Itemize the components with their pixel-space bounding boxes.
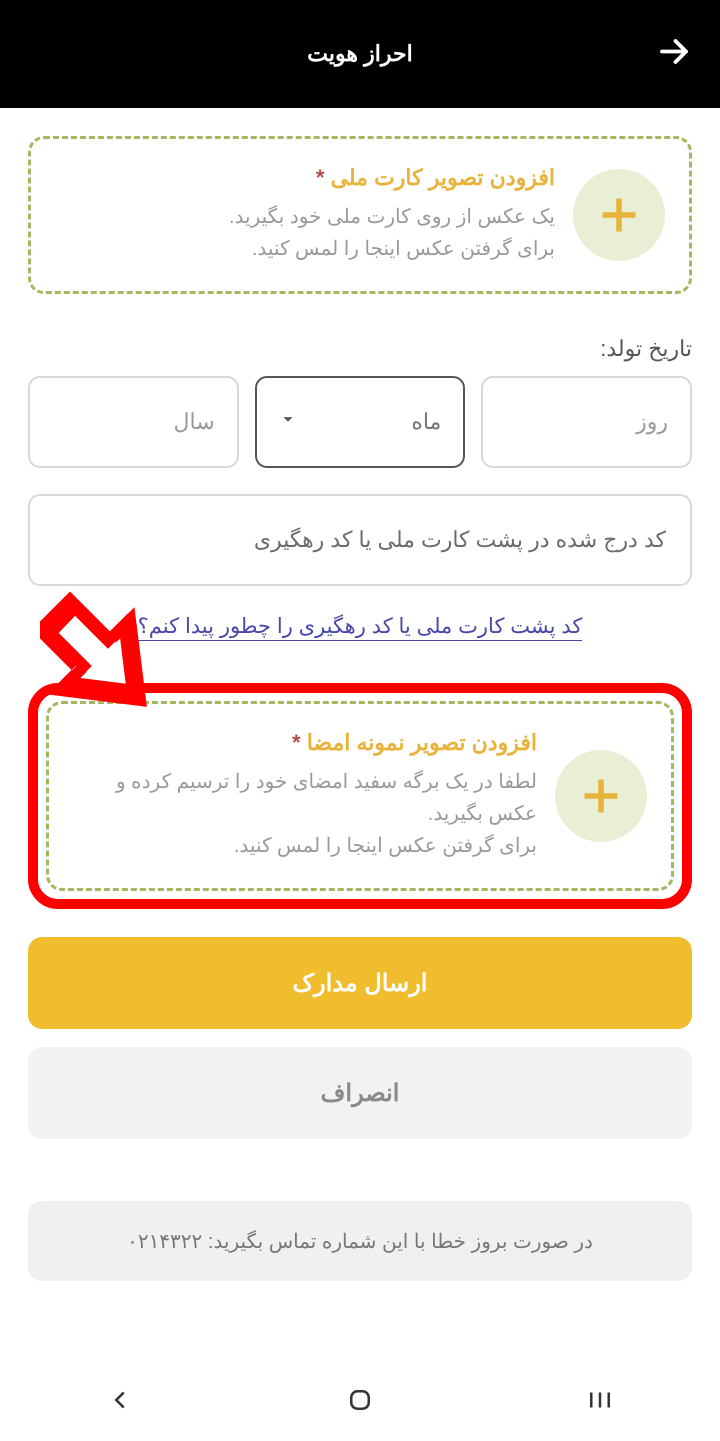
chevron-down-icon	[277, 408, 299, 436]
upload-sig-title: افزودن تصویر نمونه امضا *	[73, 730, 537, 756]
help-link[interactable]: کد پشت کارت ملی یا کد رهگیری را چطور پید…	[138, 615, 583, 641]
nav-home-icon[interactable]	[340, 1385, 380, 1415]
upload-sig-desc: لطفا در یک برگه سفید امضای خود را ترسیم …	[73, 766, 537, 862]
birth-date-label: تاریخ تولد:	[28, 336, 692, 362]
month-field[interactable]: ماه	[255, 376, 466, 468]
header-title: احراز هویت	[307, 41, 412, 67]
upload-id-card-box[interactable]: افزودن تصویر کارت ملی * یک عکس از روی کا…	[28, 136, 692, 294]
tracking-code-input[interactable]: کد درج شده در پشت کارت ملی یا کد رهگیری	[28, 494, 692, 586]
day-field[interactable]: روز	[481, 376, 692, 468]
nav-recent-icon[interactable]	[580, 1385, 620, 1415]
upload-id-title: افزودن تصویر کارت ملی *	[55, 165, 555, 191]
plus-icon	[573, 169, 665, 261]
cancel-button[interactable]: انصراف	[28, 1047, 692, 1139]
header-bar: احراز هویت	[0, 0, 720, 108]
submit-button[interactable]: ارسال مدارک	[28, 937, 692, 1029]
system-nav-bar	[0, 1359, 720, 1441]
upload-signature-box[interactable]: افزودن تصویر نمونه امضا * لطفا در یک برگ…	[46, 701, 674, 891]
error-contact-box: در صورت بروز خطا با این شماره تماس بگیری…	[28, 1201, 692, 1281]
plus-icon	[555, 750, 647, 842]
nav-back-icon[interactable]	[100, 1385, 140, 1415]
back-arrow-icon[interactable]	[656, 34, 692, 75]
highlight-annotation: افزودن تصویر نمونه امضا * لطفا در یک برگ…	[28, 683, 692, 909]
upload-id-desc: یک عکس از روی کارت ملی خود بگیرید. برای …	[55, 201, 555, 265]
year-field[interactable]: سال	[28, 376, 239, 468]
